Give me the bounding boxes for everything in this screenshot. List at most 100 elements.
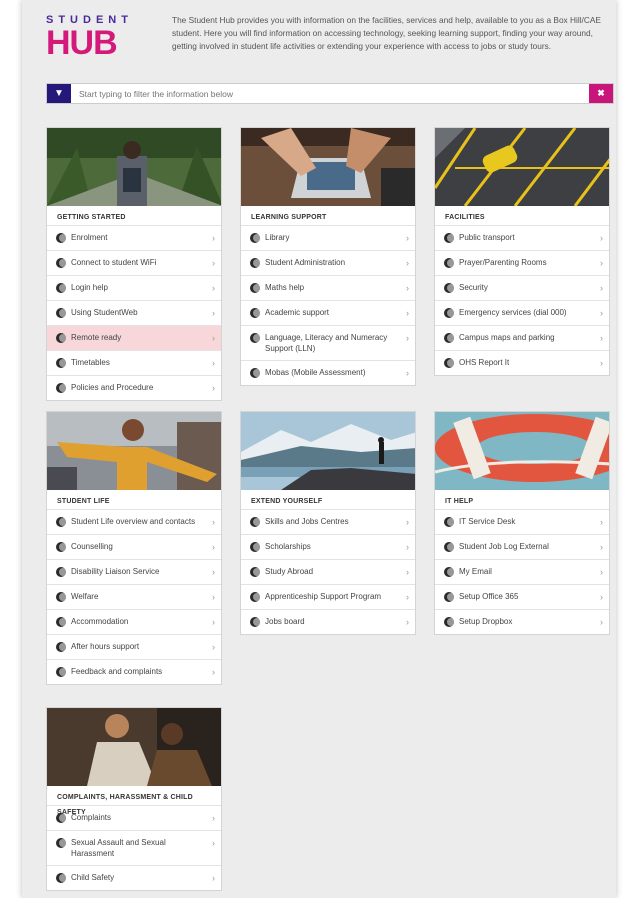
chevron-right-icon: › — [212, 383, 215, 393]
globe-icon — [56, 333, 66, 343]
list-item-student-admin[interactable]: Student Administration › — [241, 250, 415, 275]
chevron-right-icon: › — [406, 233, 409, 243]
list-item-office-365[interactable]: Setup Office 365 › — [435, 584, 609, 609]
list-item-mobas[interactable]: Mobas (Mobile Assessment) › — [241, 360, 415, 385]
list-item-library[interactable]: Library › — [241, 225, 415, 250]
list-item-public-transport[interactable]: Public transport › — [435, 225, 609, 250]
globe-icon — [250, 542, 260, 552]
card-title: STUDENT LIFE — [57, 498, 110, 505]
chevron-right-icon: › — [406, 517, 409, 527]
globe-icon — [56, 813, 66, 823]
happy-student-photo — [47, 412, 221, 490]
list-item-feedback[interactable]: Feedback and complaints › — [47, 659, 221, 684]
list-item-enrolment[interactable]: Enrolment › — [47, 225, 221, 250]
list-item-counselling[interactable]: Counselling › — [47, 534, 221, 559]
chevron-right-icon: › — [600, 258, 603, 268]
it-help-image — [435, 412, 609, 490]
chevron-right-icon: › — [212, 567, 215, 577]
globe-icon — [56, 308, 66, 318]
card-title: IT HELP — [445, 498, 474, 505]
list-item-complaints[interactable]: Complaints › — [47, 805, 221, 830]
list-item-remote-ready[interactable]: Remote ready › — [47, 325, 221, 350]
globe-icon — [56, 517, 66, 527]
chevron-right-icon: › — [406, 592, 409, 602]
chevron-right-icon: › — [600, 592, 603, 602]
filter-icon: ▼ — [47, 84, 71, 103]
card-getting-started: GETTING STARTED Enrolment › Connect to st… — [46, 127, 222, 401]
globe-icon — [250, 368, 260, 378]
list-item-academic-support[interactable]: Academic support › — [241, 300, 415, 325]
list-item-study-abroad[interactable]: Study Abroad › — [241, 559, 415, 584]
list-item-scholarships[interactable]: Scholarships › — [241, 534, 415, 559]
globe-icon — [250, 517, 260, 527]
list-item-child-safety[interactable]: Child Safety › — [47, 865, 221, 890]
card-title: FACILITIES — [445, 214, 485, 221]
chevron-right-icon: › — [212, 258, 215, 268]
chevron-right-icon: › — [406, 617, 409, 627]
filter-input[interactable] — [79, 86, 579, 101]
list-item-sexual-assault[interactable]: Sexual Assault and Sexual Harassment › — [47, 830, 221, 865]
list-item-security[interactable]: Security › — [435, 275, 609, 300]
chevron-right-icon: › — [212, 642, 215, 652]
list-item-timetables[interactable]: Timetables › — [47, 350, 221, 375]
globe-icon — [444, 358, 454, 368]
list-item-student-life-overview[interactable]: Student Life overview and contacts › — [47, 509, 221, 534]
chevron-right-icon: › — [600, 517, 603, 527]
conversation-photo — [47, 708, 221, 786]
chevron-right-icon: › — [406, 258, 409, 268]
card-title: EXTEND YOURSELF — [251, 498, 323, 505]
list-item-accommodation[interactable]: Accommodation › — [47, 609, 221, 634]
list-item-job-log[interactable]: Student Job Log External › — [435, 534, 609, 559]
card-title: COMPLAINTS, HARASSMENT & CHILD SAFETY — [57, 794, 193, 816]
globe-icon — [250, 617, 260, 627]
list-item-welfare[interactable]: Welfare › — [47, 584, 221, 609]
intro-text: The Student Hub provides you with inform… — [172, 15, 601, 51]
globe-icon — [250, 567, 260, 577]
list-item-campus-maps[interactable]: Campus maps and parking › — [435, 325, 609, 350]
list-item-wifi[interactable]: Connect to student WiFi › — [47, 250, 221, 275]
globe-icon — [250, 308, 260, 318]
list-item-lln[interactable]: Language, Literacy and Numeracy Support … — [241, 325, 415, 360]
list-item-disability-liaison[interactable]: Disability Liaison Service › — [47, 559, 221, 584]
list-item-maths-help[interactable]: Maths help › — [241, 275, 415, 300]
globe-icon — [250, 333, 260, 343]
globe-icon — [56, 283, 66, 293]
list-item-ohs-report[interactable]: OHS Report It › — [435, 350, 609, 375]
student-hub-logo[interactable]: STUDENT HUB — [46, 14, 156, 64]
clear-filter-button[interactable]: ✖ — [589, 84, 613, 103]
list-item-studentweb[interactable]: Using StudentWeb › — [47, 300, 221, 325]
globe-icon — [56, 258, 66, 268]
list-item-emergency[interactable]: Emergency services (dial 000) › — [435, 300, 609, 325]
globe-icon — [444, 592, 454, 602]
globe-icon — [444, 567, 454, 577]
hiker-bridge-photo — [47, 128, 221, 206]
globe-icon — [56, 233, 66, 243]
list-item-prayer-rooms[interactable]: Prayer/Parenting Rooms › — [435, 250, 609, 275]
logo-hub-text: HUB — [46, 24, 118, 62]
list-item-policies[interactable]: Policies and Procedure › — [47, 375, 221, 400]
globe-icon — [56, 642, 66, 652]
chevron-right-icon: › — [600, 283, 603, 293]
list-item-after-hours[interactable]: After hours support › — [47, 634, 221, 659]
getting-started-image — [47, 128, 221, 206]
card-facilities: FACILITIES Public transport › Prayer/Pare… — [434, 127, 610, 376]
student-life-image — [47, 412, 221, 490]
list-item-login-help[interactable]: Login help › — [47, 275, 221, 300]
chevron-right-icon: › — [212, 308, 215, 318]
list-item-it-service-desk[interactable]: IT Service Desk › — [435, 509, 609, 534]
list-item-my-email[interactable]: My Email › — [435, 559, 609, 584]
globe-icon — [56, 667, 66, 677]
list-item-apprenticeship[interactable]: Apprenticeship Support Program › — [241, 584, 415, 609]
globe-icon — [56, 617, 66, 627]
card-student-life: STUDENT LIFE Student Life overview and c… — [46, 411, 222, 685]
list-item-jobs-board[interactable]: Jobs board › — [241, 609, 415, 634]
extend-yourself-image — [241, 412, 415, 490]
list-item-skills-jobs[interactable]: Skills and Jobs Centres › — [241, 509, 415, 534]
laptop-hands-photo — [241, 128, 415, 206]
chevron-right-icon: › — [212, 517, 215, 527]
card-title: LEARNING SUPPORT — [251, 214, 327, 221]
list-item-dropbox[interactable]: Setup Dropbox › — [435, 609, 609, 634]
globe-icon — [56, 567, 66, 577]
globe-icon — [444, 308, 454, 318]
globe-icon — [56, 358, 66, 368]
